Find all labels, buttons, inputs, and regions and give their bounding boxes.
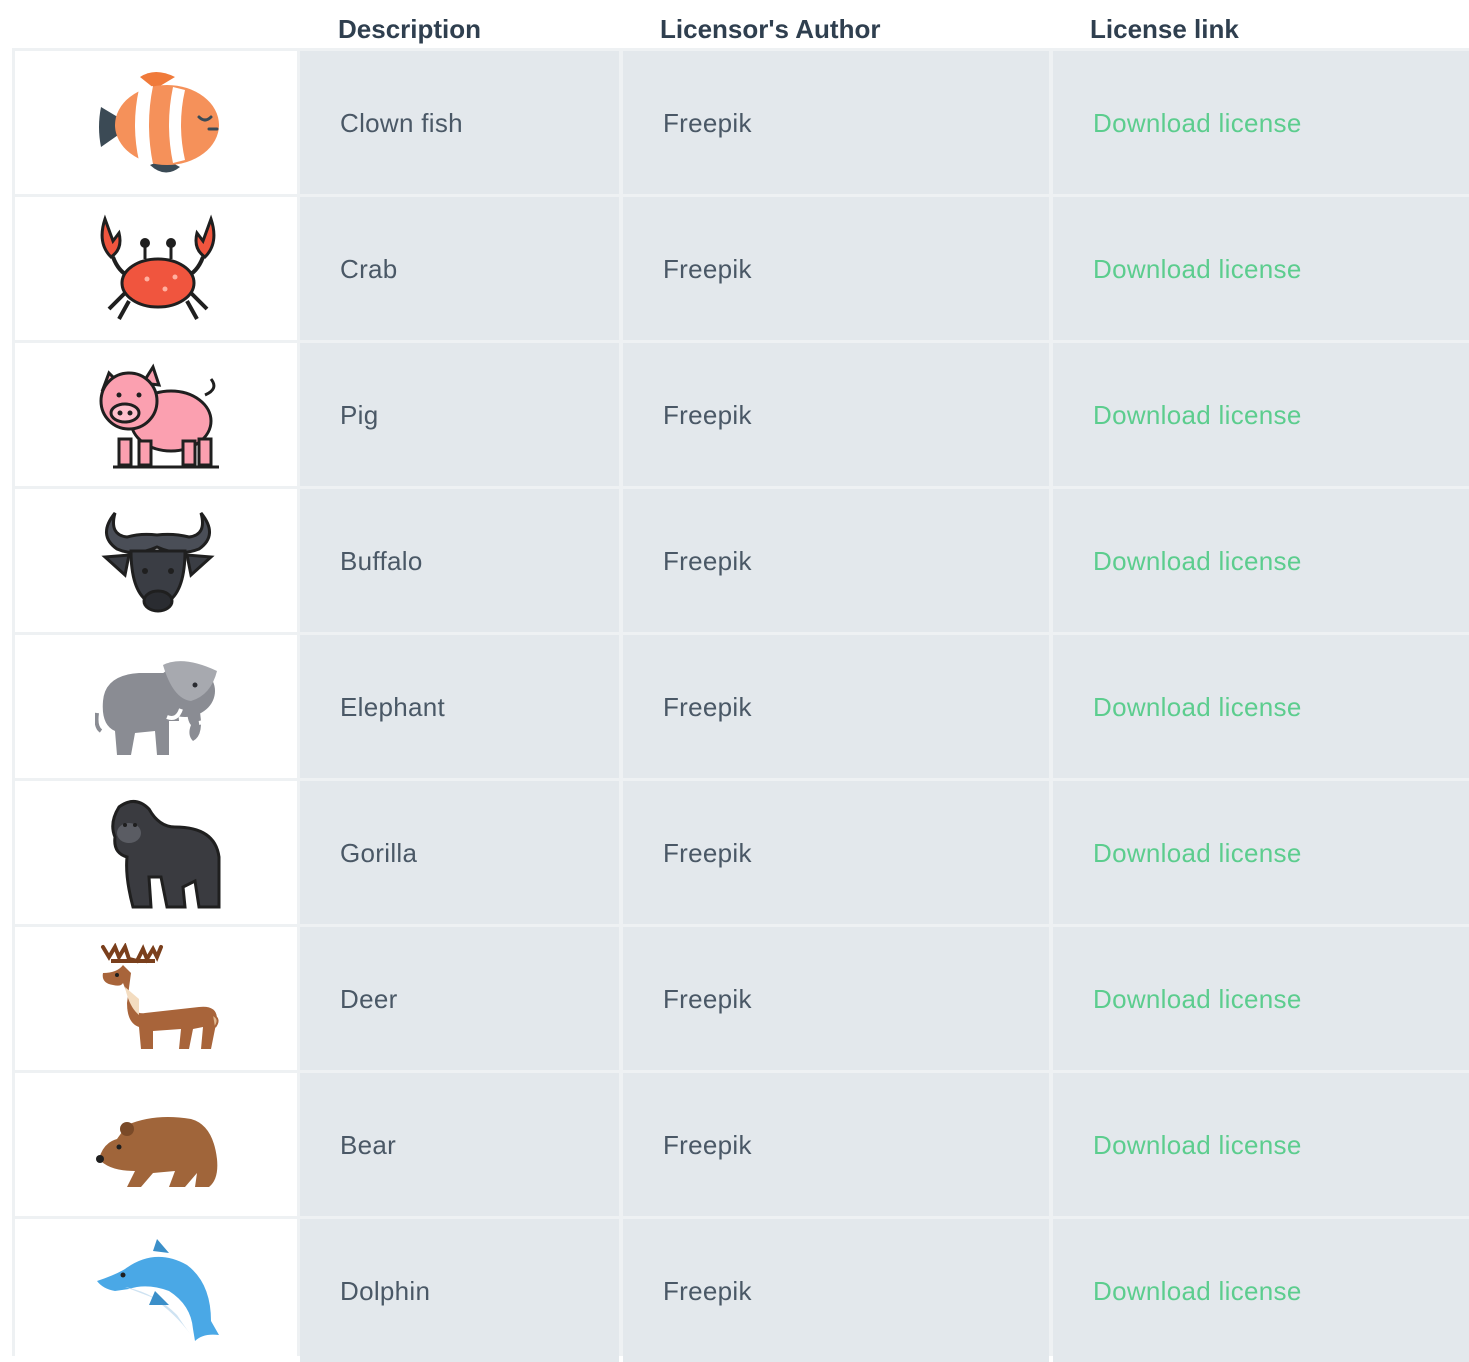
table-row: Elephant Freepik Download license	[12, 635, 1469, 778]
license-cell: Download license	[1053, 927, 1469, 1070]
crab-icon	[100, 214, 216, 320]
author-cell: Freepik	[623, 635, 1049, 778]
author-text: Freepik	[663, 254, 752, 284]
description-cell: Deer	[300, 927, 619, 1070]
author-text: Freepik	[663, 546, 752, 576]
download-license-link[interactable]: Download license	[1093, 984, 1302, 1015]
icon-cell	[15, 51, 297, 194]
license-cell: Download license	[1053, 51, 1469, 194]
table-row: Deer Freepik Download license	[12, 927, 1469, 1070]
table-row: Bear Freepik Download license	[12, 1073, 1469, 1216]
icon-cell	[15, 197, 297, 340]
author-cell: Freepik	[623, 343, 1049, 486]
license-table: Clown fish Freepik Download license Crab…	[12, 48, 1469, 1362]
gorilla-icon	[111, 800, 221, 909]
deer-icon	[101, 943, 219, 1049]
author-text: Freepik	[663, 1276, 752, 1306]
download-license-link[interactable]: Download license	[1093, 254, 1302, 285]
description-cell: Gorilla	[300, 781, 619, 924]
clownfish-icon	[99, 72, 219, 173]
header-license-link: License link	[1090, 14, 1239, 44]
download-license-link[interactable]: Download license	[1093, 108, 1302, 139]
download-license-link[interactable]: Download license	[1093, 1276, 1302, 1307]
table-row: Pig Freepik Download license	[12, 343, 1469, 486]
author-cell: Freepik	[623, 197, 1049, 340]
author-cell: Freepik	[623, 781, 1049, 924]
author-text: Freepik	[663, 1130, 752, 1160]
license-cell: Download license	[1053, 489, 1469, 632]
description-cell: Clown fish	[300, 51, 619, 194]
table-row: Dolphin Freepik Download license	[12, 1219, 1469, 1362]
author-text: Freepik	[663, 400, 752, 430]
author-cell: Freepik	[623, 489, 1049, 632]
license-cell: Download license	[1053, 343, 1469, 486]
license-cell: Download license	[1053, 1073, 1469, 1216]
icon-cell	[15, 927, 297, 1070]
bear-icon	[96, 1117, 218, 1187]
license-cell: Download license	[1053, 781, 1469, 924]
icon-cell	[15, 635, 297, 778]
description-text: Buffalo	[340, 546, 423, 576]
description-cell: Bear	[300, 1073, 619, 1216]
author-cell: Freepik	[623, 1219, 1049, 1362]
icon-cell	[15, 1073, 297, 1216]
download-license-link[interactable]: Download license	[1093, 692, 1302, 723]
description-text: Dolphin	[340, 1276, 431, 1306]
description-cell: Crab	[300, 197, 619, 340]
elephant-icon	[95, 661, 217, 755]
description-text: Crab	[340, 254, 398, 284]
description-text: Pig	[340, 400, 379, 430]
description-text: Deer	[340, 984, 398, 1014]
license-cell: Download license	[1053, 1219, 1469, 1362]
author-cell: Freepik	[623, 927, 1049, 1070]
description-text: Gorilla	[340, 838, 418, 868]
description-cell: Elephant	[300, 635, 619, 778]
download-license-link[interactable]: Download license	[1093, 1130, 1302, 1161]
author-text: Freepik	[663, 108, 752, 138]
download-license-link[interactable]: Download license	[1093, 838, 1302, 869]
download-license-link[interactable]: Download license	[1093, 546, 1302, 577]
dolphin-icon	[97, 1239, 219, 1341]
description-text: Clown fish	[340, 108, 463, 138]
icon-cell	[15, 1219, 297, 1362]
table-row: Crab Freepik Download license	[12, 197, 1469, 340]
author-cell: Freepik	[623, 51, 1049, 194]
buffalo-icon	[101, 512, 215, 613]
download-license-link[interactable]: Download license	[1093, 400, 1302, 431]
description-cell: Buffalo	[300, 489, 619, 632]
icon-cell	[15, 489, 297, 632]
license-cell: Download license	[1053, 635, 1469, 778]
header-author: Licensor's Author	[660, 14, 881, 44]
pig-icon	[99, 363, 219, 469]
description-cell: Pig	[300, 343, 619, 486]
icon-cell	[15, 343, 297, 486]
table-header: Description Licensor's Author License li…	[0, 0, 1469, 48]
description-cell: Dolphin	[300, 1219, 619, 1362]
description-text: Bear	[340, 1130, 397, 1160]
author-text: Freepik	[663, 692, 752, 722]
table-row: Gorilla Freepik Download license	[12, 781, 1469, 924]
author-text: Freepik	[663, 838, 752, 868]
author-cell: Freepik	[623, 1073, 1049, 1216]
table-row: Clown fish Freepik Download license	[12, 51, 1469, 194]
icon-cell	[15, 781, 297, 924]
header-description: Description	[338, 14, 482, 44]
author-text: Freepik	[663, 984, 752, 1014]
table-row: Buffalo Freepik Download license	[12, 489, 1469, 632]
license-cell: Download license	[1053, 197, 1469, 340]
description-text: Elephant	[340, 692, 446, 722]
